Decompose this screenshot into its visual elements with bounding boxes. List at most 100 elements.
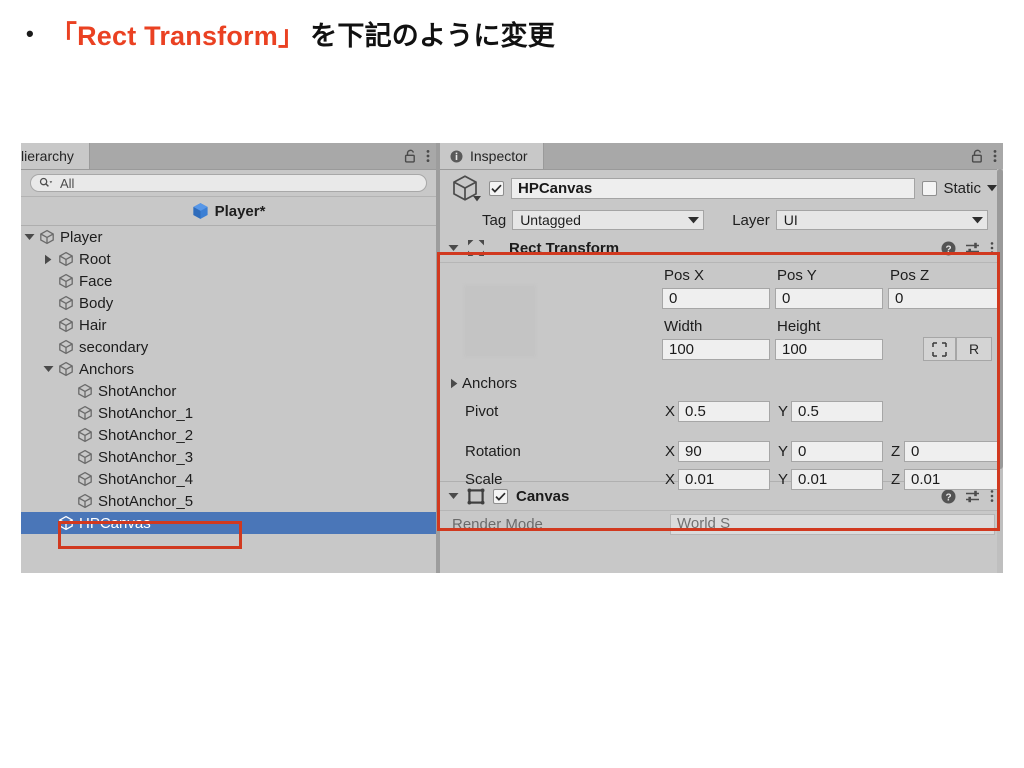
hierarchy-row[interactable]: Hair <box>21 314 436 336</box>
pos-y-field[interactable]: 0 <box>775 288 883 309</box>
lock-open-icon[interactable] <box>971 149 984 163</box>
hierarchy-row[interactable]: secondary <box>21 336 436 358</box>
tab-inspector[interactable]: Inspector <box>440 143 544 169</box>
inspector-tag-layer-row: Tag Untagged Layer UI <box>440 206 1003 234</box>
pivot-x-field[interactable]: 0.5 <box>678 401 770 422</box>
hierarchy-tabbar: lierarchy <box>21 143 436 170</box>
rotation-x-axis-label: X <box>665 443 676 460</box>
hierarchy-row-label: Root <box>79 250 111 268</box>
pos-x-header: Pos X <box>664 267 705 284</box>
hierarchy-row-label: ShotAnchor_3 <box>98 448 194 466</box>
kebab-menu-icon[interactable] <box>990 489 994 503</box>
help-circle-icon[interactable]: ? <box>941 489 956 504</box>
static-control[interactable]: Static <box>922 180 997 197</box>
prefab-breadcrumb[interactable]: Player* <box>21 197 436 226</box>
rotation-label: Rotation <box>465 443 521 460</box>
hierarchy-row-selected[interactable]: HPCanvas <box>21 512 436 534</box>
kebab-menu-icon[interactable] <box>993 149 997 163</box>
prefab-cube-outline-icon[interactable] <box>448 171 482 205</box>
hierarchy-row-label: HPCanvas <box>79 514 151 532</box>
gameobject-cube-icon <box>75 405 95 421</box>
gameobject-cube-icon <box>56 273 76 289</box>
rotation-y-field[interactable]: 0 <box>791 441 883 462</box>
hierarchy-row[interactable]: ShotAnchor_3 <box>21 446 436 468</box>
pos-z-field[interactable]: 0 <box>888 288 1003 309</box>
tab-hierarchy[interactable]: lierarchy <box>21 143 90 169</box>
hierarchy-row[interactable]: Body <box>21 292 436 314</box>
hierarchy-row-label: secondary <box>79 338 149 356</box>
expand-arrow-icon[interactable] <box>448 492 459 500</box>
inspector-tabbar: Inspector <box>440 143 1003 170</box>
scale-z-field[interactable]: 0.01 <box>904 469 1003 490</box>
chevron-down-icon[interactable] <box>473 196 481 202</box>
page-title-plain: を下記のように変更 <box>310 21 555 51</box>
hierarchy-row[interactable]: Face <box>21 270 436 292</box>
rotation-z-field[interactable]: 0 <box>904 441 1003 462</box>
object-enabled-checkbox[interactable] <box>489 180 504 196</box>
gameobject-cube-icon <box>56 515 76 531</box>
render-mode-row: Render Mode World S <box>440 511 1003 537</box>
hierarchy-row[interactable]: ShotAnchor_1 <box>21 402 436 424</box>
pos-x-field[interactable]: 0 <box>662 288 770 309</box>
component-header-rect-transform[interactable]: Rect Transform ? <box>440 234 1003 263</box>
lock-open-icon[interactable] <box>404 149 417 163</box>
inspector-scrollbar-thumb[interactable] <box>997 169 1003 469</box>
hierarchy-tree: Player Root Face Body Hair secondary Anchors Sh… <box>21 226 436 534</box>
render-mode-dropdown[interactable]: World S <box>670 513 995 535</box>
gameobject-cube-icon <box>75 471 95 487</box>
object-name-field[interactable]: HPCanvas <box>511 177 916 199</box>
pivot-y-axis-label: Y <box>778 403 789 420</box>
preset-sliders-icon[interactable] <box>965 241 981 256</box>
rotation-x-field[interactable]: 90 <box>678 441 770 462</box>
gameobject-cube-icon <box>56 251 76 267</box>
hierarchy-row[interactable]: ShotAnchor_5 <box>21 490 436 512</box>
hierarchy-row-label: Anchors <box>79 360 135 378</box>
gameobject-cube-icon <box>75 383 95 399</box>
gameobject-cube-icon <box>56 295 76 311</box>
scale-x-axis-label: X <box>665 471 676 488</box>
hierarchy-row[interactable]: Player <box>21 226 436 248</box>
kebab-menu-icon[interactable] <box>426 149 430 163</box>
pos-y-header: Pos Y <box>777 267 817 284</box>
layer-label: Layer <box>732 211 770 229</box>
hierarchy-row[interactable]: ShotAnchor_4 <box>21 468 436 490</box>
hierarchy-row[interactable]: Root <box>21 248 436 270</box>
tag-dropdown[interactable]: Untagged <box>512 210 705 230</box>
height-field[interactable]: 100 <box>775 339 883 360</box>
slide-canvas: • 「Rect Transform」 を下記のように変更 lierarchy A… <box>0 0 1024 768</box>
anchor-preset-button[interactable] <box>464 285 536 357</box>
collapse-arrow-icon[interactable] <box>40 358 56 380</box>
static-checkbox[interactable] <box>922 180 938 196</box>
hierarchy-row-label: Face <box>79 272 113 290</box>
width-field[interactable]: 100 <box>662 339 770 360</box>
hierarchy-row[interactable]: ShotAnchor <box>21 380 436 402</box>
kebab-menu-icon[interactable] <box>990 241 994 255</box>
help-circle-icon[interactable]: ? <box>941 241 956 256</box>
search-input[interactable]: All <box>30 174 427 192</box>
info-circle-icon <box>450 150 463 163</box>
raw-edit-mode-button[interactable]: R <box>956 337 992 361</box>
expand-arrow-icon[interactable] <box>448 244 459 252</box>
hierarchy-row[interactable]: Anchors <box>21 358 436 380</box>
scale-y-field[interactable]: 0.01 <box>791 469 883 490</box>
hierarchy-tab-icons <box>404 143 430 169</box>
layer-dropdown[interactable]: UI <box>775 210 988 230</box>
chevron-down-icon[interactable] <box>987 184 997 192</box>
collapse-arrow-icon[interactable] <box>21 226 37 248</box>
pivot-y-field[interactable]: 0.5 <box>791 401 883 422</box>
blueprint-mode-button[interactable] <box>923 337 956 361</box>
scale-x-field[interactable]: 0.01 <box>678 469 770 490</box>
anchors-expander[interactable]: Anchors <box>450 375 517 392</box>
preset-sliders-icon[interactable] <box>965 489 981 504</box>
inspector-scrollbar[interactable] <box>997 169 1003 573</box>
hierarchy-row[interactable]: ShotAnchor_2 <box>21 424 436 446</box>
search-input-value: All <box>60 175 75 191</box>
tag-label: Tag <box>482 211 507 229</box>
canvas-enabled-checkbox[interactable] <box>493 488 508 504</box>
gameobject-cube-icon <box>75 493 95 509</box>
expand-arrow-icon[interactable] <box>40 248 56 270</box>
